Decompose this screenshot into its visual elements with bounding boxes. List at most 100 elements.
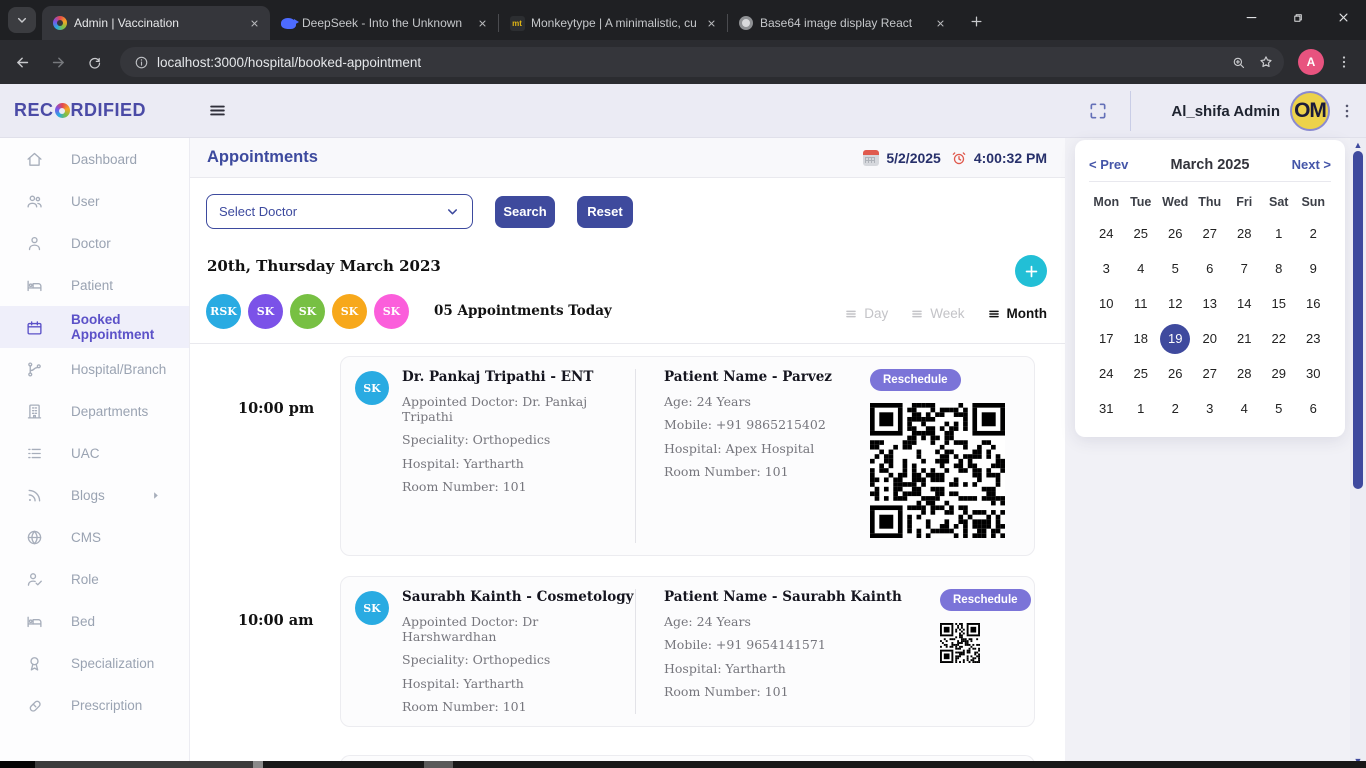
page-scrollbar[interactable]: ▲ ▼ <box>1350 138 1366 768</box>
calendar-day[interactable]: 22 <box>1264 324 1294 354</box>
calendar-day[interactable]: 26 <box>1160 359 1190 389</box>
sidebar-item-role[interactable]: Role <box>0 558 189 600</box>
calendar-day[interactable]: 2 <box>1298 219 1328 249</box>
sidebar-item-user[interactable]: User <box>0 180 189 222</box>
sidebar-item-cms[interactable]: CMS <box>0 516 189 558</box>
calendar-day[interactable]: 24 <box>1091 219 1121 249</box>
appointment-avatar[interactable]: RSK <box>206 294 241 329</box>
site-info-icon[interactable] <box>134 55 149 70</box>
appointment-avatar[interactable]: SK <box>290 294 325 329</box>
appointment-avatar[interactable]: SK <box>374 294 409 329</box>
reload-icon[interactable] <box>80 48 108 76</box>
new-tab-button[interactable] <box>962 7 990 35</box>
calendar-day[interactable]: 27 <box>1195 219 1225 249</box>
sidebar-item-booked-appointment[interactable]: Booked Appointment <box>0 306 189 348</box>
calendar-day[interactable]: 6 <box>1195 254 1225 284</box>
calendar-day[interactable]: 16 <box>1298 289 1328 319</box>
calendar-day[interactable]: 3 <box>1195 394 1225 424</box>
sidebar-item-departments[interactable]: Departments <box>0 390 189 432</box>
sidebar-item-doctor[interactable]: Doctor <box>0 222 189 264</box>
tab-close-icon[interactable] <box>474 15 490 31</box>
calendar-day[interactable]: 4 <box>1229 394 1259 424</box>
sidebar-item-blogs[interactable]: Blogs <box>0 474 189 516</box>
tab-search-button[interactable] <box>8 7 36 33</box>
back-icon[interactable] <box>8 48 36 76</box>
appointment-avatar[interactable]: SK <box>248 294 283 329</box>
sidebar-toggle-icon[interactable] <box>208 101 227 120</box>
calendar-day[interactable]: 26 <box>1160 219 1190 249</box>
appointment-avatar[interactable]: SK <box>332 294 367 329</box>
calendar-day[interactable]: 11 <box>1126 289 1156 319</box>
browser-tab[interactable]: Base64 image display React <box>728 6 956 40</box>
calendar-day[interactable]: 17 <box>1091 324 1121 354</box>
calendar-day[interactable]: 1 <box>1264 219 1294 249</box>
browser-tab[interactable]: Admin | Vaccination <box>42 6 270 40</box>
sidebar-item-prescription[interactable]: Prescription <box>0 684 189 726</box>
close-button[interactable] <box>1320 0 1366 34</box>
tab-close-icon[interactable] <box>703 15 719 31</box>
sidebar-item-hospital-branch[interactable]: Hospital/Branch <box>0 348 189 390</box>
forward-icon[interactable] <box>44 48 72 76</box>
header-menu-icon[interactable] <box>1338 102 1356 120</box>
sidebar-item-specialization[interactable]: Specialization <box>0 642 189 684</box>
calendar-day[interactable]: 2 <box>1160 394 1190 424</box>
calendar-day[interactable]: 15 <box>1264 289 1294 319</box>
scrollbar-up-arrow[interactable]: ▲ <box>1352 140 1364 150</box>
calendar-day[interactable]: 5 <box>1160 254 1190 284</box>
address-bar[interactable]: localhost:3000/hospital/booked-appointme… <box>120 47 1284 77</box>
user-avatar[interactable]: OM <box>1290 91 1330 131</box>
browser-menu-icon[interactable] <box>1336 54 1352 70</box>
select-doctor-dropdown[interactable]: Select Doctor <box>206 194 473 229</box>
calendar-next-button[interactable]: Next > <box>1292 157 1331 172</box>
calendar-day[interactable]: 19 <box>1160 324 1190 354</box>
calendar-prev-button[interactable]: < Prev <box>1089 157 1128 172</box>
calendar-day[interactable]: 21 <box>1229 324 1259 354</box>
tab-close-icon[interactable] <box>246 15 262 31</box>
sidebar-item-uac[interactable]: UAC <box>0 432 189 474</box>
sidebar-item-patient[interactable]: Patient <box>0 264 189 306</box>
browser-tab[interactable]: DeepSeek - Into the Unknown <box>270 6 498 40</box>
calendar-day[interactable]: 8 <box>1264 254 1294 284</box>
scrollbar-thumb[interactable] <box>1353 151 1363 489</box>
calendar-day[interactable]: 25 <box>1126 219 1156 249</box>
reschedule-button[interactable]: Reschedule <box>940 589 1031 611</box>
calendar-day[interactable]: 9 <box>1298 254 1328 284</box>
sidebar-item-bed[interactable]: Bed <box>0 600 189 642</box>
calendar-day[interactable]: 18 <box>1126 324 1156 354</box>
maximize-button[interactable] <box>1274 0 1320 34</box>
calendar-day[interactable]: 13 <box>1195 289 1225 319</box>
calendar-day[interactable]: 30 <box>1298 359 1328 389</box>
calendar-day[interactable]: 28 <box>1229 359 1259 389</box>
calendar-day[interactable]: 23 <box>1298 324 1328 354</box>
browser-tab[interactable]: mtMonkeytype | A minimalistic, cu <box>499 6 727 40</box>
view-toggle-month[interactable]: Month <box>987 306 1047 321</box>
zoom-icon[interactable] <box>1231 55 1246 70</box>
calendar-day[interactable]: 27 <box>1195 359 1225 389</box>
browser-profile-avatar[interactable]: A <box>1298 49 1324 75</box>
view-toggle-day[interactable]: Day <box>844 306 888 321</box>
view-toggle-week[interactable]: Week <box>910 306 964 321</box>
calendar-day[interactable]: 7 <box>1229 254 1259 284</box>
calendar-day[interactable]: 31 <box>1091 394 1121 424</box>
calendar-day[interactable]: 20 <box>1195 324 1225 354</box>
reset-button[interactable]: Reset <box>577 196 633 228</box>
calendar-day[interactable]: 4 <box>1126 254 1156 284</box>
sidebar-item-dashboard[interactable]: Dashboard <box>0 138 189 180</box>
calendar-day[interactable]: 1 <box>1126 394 1156 424</box>
calendar-day[interactable]: 3 <box>1091 254 1121 284</box>
calendar-day[interactable]: 6 <box>1298 394 1328 424</box>
calendar-day[interactable]: 10 <box>1091 289 1121 319</box>
search-button[interactable]: Search <box>495 196 555 228</box>
calendar-day[interactable]: 25 <box>1126 359 1156 389</box>
calendar-day[interactable]: 29 <box>1264 359 1294 389</box>
reschedule-button[interactable]: Reschedule <box>870 369 961 391</box>
bookmark-star-icon[interactable] <box>1258 54 1274 70</box>
fullscreen-icon[interactable] <box>1088 101 1108 121</box>
calendar-day[interactable]: 14 <box>1229 289 1259 319</box>
add-appointment-button[interactable] <box>1015 255 1047 287</box>
calendar-day[interactable]: 28 <box>1229 219 1259 249</box>
calendar-day[interactable]: 12 <box>1160 289 1190 319</box>
calendar-day[interactable]: 24 <box>1091 359 1121 389</box>
minimize-button[interactable] <box>1228 0 1274 34</box>
tab-close-icon[interactable] <box>932 15 948 31</box>
